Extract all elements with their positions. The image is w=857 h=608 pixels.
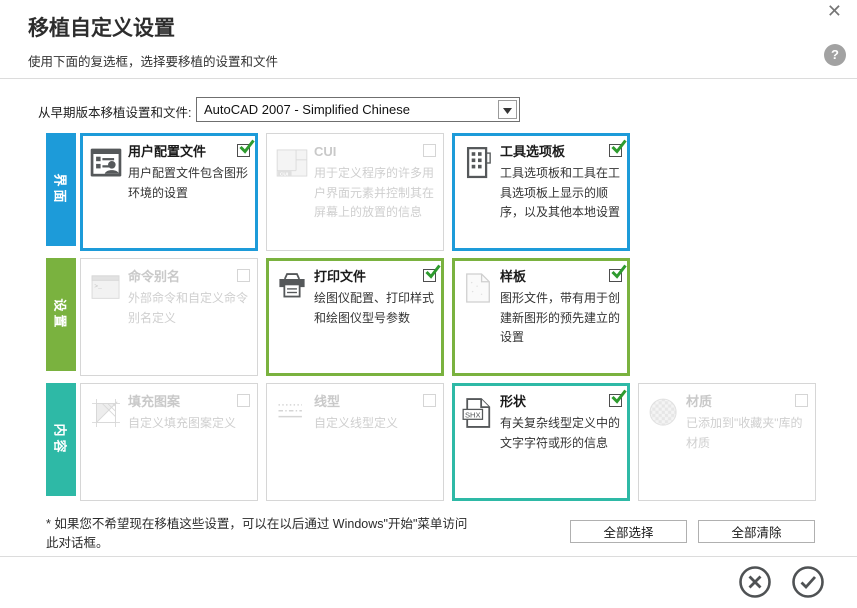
dropdown-arrow-icon[interactable] — [498, 100, 517, 119]
card-command-aliases[interactable]: >_ 命令别名 外部命令和自定义命令别名定义 — [80, 258, 258, 376]
footnote: * 如果您不希望现在移植这些设置，可以在以后通过 Windows"开始"菜单访问… — [46, 517, 468, 550]
material-sphere-icon — [646, 394, 682, 432]
card-title: 材质 — [686, 394, 713, 409]
card-title: 用户配置文件 — [128, 144, 207, 159]
page-subtitle: 使用下面的复选框，选择要移植的设置和文件 — [28, 55, 279, 69]
row-interface: 界面 用户配置文件 用户配置文件包含图形环境的设置 CUI CUI 用于定义程序… — [46, 133, 638, 251]
checkbox[interactable] — [609, 264, 627, 282]
card-description: 已添加到"收藏夹"库的材质 — [686, 416, 803, 450]
version-select-value: AutoCAD 2007 - Simplified Chinese — [204, 102, 410, 117]
template-file-icon — [460, 269, 496, 307]
card-description: 自定义线型定义 — [314, 416, 399, 430]
close-icon[interactable]: ✕ — [827, 1, 842, 21]
checkbox[interactable] — [237, 269, 250, 282]
select-all-button[interactable]: 全部选择 — [570, 520, 687, 543]
card-title: 线型 — [314, 394, 341, 409]
header-divider — [0, 78, 857, 79]
card-title: 形状 — [500, 394, 527, 409]
cancel-button[interactable] — [738, 565, 772, 599]
row-settings: 设置 >_ 命令别名 外部命令和自定义命令别名定义 打印文件 绘图仪配置、打印样… — [46, 258, 638, 376]
card-templates[interactable]: 样板 图形文件，带有用于创建新图形的预先建立的设置 — [452, 258, 630, 376]
clear-all-button[interactable]: 全部清除 — [698, 520, 815, 543]
card-linetypes[interactable]: 线型 自定义线型定义 — [266, 383, 444, 501]
user-profile-icon — [88, 144, 124, 182]
shx-shape-icon: SHX — [460, 394, 496, 432]
card-title: 样板 — [500, 269, 527, 284]
card-cui[interactable]: CUI CUI 用于定义程序的许多用户界面元素并控制其在屏幕上的放置的信息 — [266, 133, 444, 251]
checkbox[interactable] — [795, 394, 808, 407]
card-shapes[interactable]: SHX 形状 有关复杂线型定义中的文字字符或形的信息 — [452, 383, 630, 501]
card-title: CUI — [314, 144, 337, 159]
tab-content-label: 内容 — [52, 423, 68, 456]
card-description: 外部命令和自定义命令别名定义 — [128, 291, 249, 325]
card-description: 有关复杂线型定义中的文字字符或形的信息 — [500, 416, 621, 450]
card-title: 打印文件 — [314, 269, 367, 284]
checkbox[interactable] — [609, 389, 627, 407]
tab-settings-label: 设置 — [52, 298, 68, 331]
linetype-icon — [274, 394, 310, 432]
card-description: 绘图仪配置、打印样式和绘图仪型号参数 — [314, 291, 435, 325]
svg-text:SHX: SHX — [465, 410, 481, 419]
migrate-custom-settings-dialog: ✕ 移植自定义设置 使用下面的复选框，选择要移植的设置和文件 ? 从早期版本移植… — [0, 0, 857, 608]
card-title: 命令别名 — [128, 269, 181, 284]
help-icon[interactable]: ? — [824, 44, 846, 66]
card-description: 用于定义程序的许多用户界面元素并控制其在屏幕上的放置的信息 — [314, 166, 435, 219]
confirm-button[interactable] — [791, 565, 825, 599]
footer-divider — [0, 556, 857, 557]
card-title: 工具选项板 — [500, 144, 566, 159]
card-materials[interactable]: 材质 已添加到"收藏夹"库的材质 — [638, 383, 816, 501]
card-user-profile[interactable]: 用户配置文件 用户配置文件包含图形环境的设置 — [80, 133, 258, 251]
card-title: 填充图案 — [128, 394, 181, 409]
card-description: 工具选项板和工具在工具选项板上显示的顺序，以及其他本地设置 — [500, 166, 621, 219]
checkbox[interactable] — [423, 264, 441, 282]
cui-icon: CUI — [274, 144, 310, 182]
tab-interface-label: 界面 — [52, 173, 68, 206]
card-description: 图形文件，带有用于创建新图形的预先建立的设置 — [500, 291, 621, 344]
card-hatch-patterns[interactable]: 填充图案 自定义填充图案定义 — [80, 383, 258, 501]
version-select[interactable]: AutoCAD 2007 - Simplified Chinese — [196, 97, 520, 122]
svg-text:CUI: CUI — [280, 171, 289, 177]
checkbox[interactable] — [423, 144, 436, 157]
hatch-pattern-icon — [88, 394, 124, 432]
card-description: 自定义填充图案定义 — [128, 416, 237, 430]
checkbox[interactable] — [237, 139, 255, 157]
card-description: 用户配置文件包含图形环境的设置 — [128, 166, 249, 200]
tab-settings: 设置 — [46, 258, 76, 371]
checkbox[interactable] — [609, 139, 627, 157]
card-plot-files[interactable]: 打印文件 绘图仪配置、打印样式和绘图仪型号参数 — [266, 258, 444, 376]
svg-text:>_: >_ — [94, 283, 102, 290]
page-title: 移植自定义设置 — [28, 17, 175, 40]
row-content: 内容 填充图案 自定义填充图案定义 线型 自定义线型定义 SHX 形状 有关复杂… — [46, 383, 824, 501]
printer-icon — [274, 269, 310, 307]
tab-interface: 界面 — [46, 133, 76, 246]
card-tool-palettes[interactable]: 工具选项板 工具选项板和工具在工具选项板上显示的顺序，以及其他本地设置 — [452, 133, 630, 251]
version-select-label: 从早期版本移植设置和文件: — [38, 106, 192, 120]
checkbox[interactable] — [423, 394, 436, 407]
tab-content: 内容 — [46, 383, 76, 496]
command-alias-icon: >_ — [88, 269, 124, 307]
tool-palettes-icon — [460, 144, 496, 182]
checkbox[interactable] — [237, 394, 250, 407]
